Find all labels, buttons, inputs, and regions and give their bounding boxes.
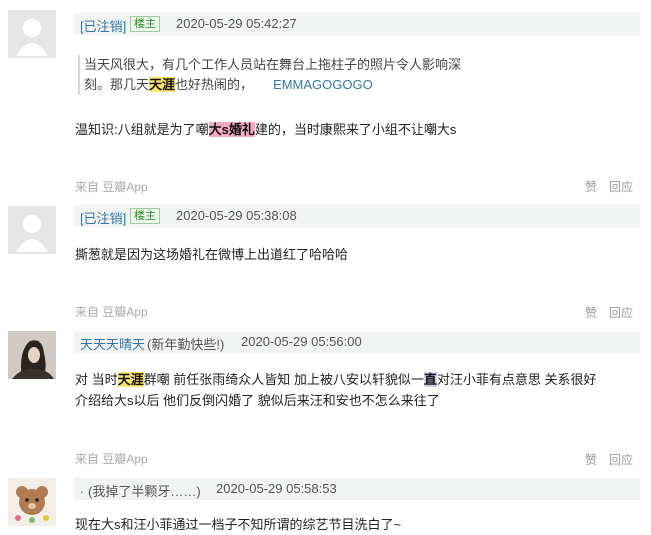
quote-line: 当天风很大，有几个工作人员站在舞台上拖柱子的照片令人影响深 <box>84 57 462 72</box>
like-button[interactable]: 赞 <box>585 178 597 195</box>
bear-sticker-avatar[interactable] <box>8 478 56 526</box>
author-link[interactable]: . <box>80 481 84 496</box>
source-label: 来自 豆瓣App <box>75 180 148 194</box>
timestamp: 2020-05-29 05:42:27 <box>176 16 297 31</box>
source-label: 来自 豆瓣App <box>75 305 148 319</box>
user-status: (新年勤快些!) <box>147 337 225 352</box>
timestamp: 2020-05-29 05:38:08 <box>176 208 297 223</box>
quote-author-link[interactable]: EMMAGOGOGO <box>273 77 373 92</box>
op-badge: 楼主 <box>130 16 160 32</box>
comment-text: 对 当时天涯群嘲 前任张雨绮众人皆知 加上被八安以轩貌似一直对汪小菲有点意思 关… <box>75 372 597 408</box>
like-button[interactable]: 赞 <box>585 451 597 468</box>
comment-header: [已注销] 楼主 2020-05-29 05:42:27 <box>74 13 640 35</box>
default-avatar-icon[interactable] <box>8 10 56 58</box>
timestamp: 2020-05-29 05:58:53 <box>216 481 337 496</box>
like-button[interactable]: 赞 <box>585 304 597 321</box>
comment-text: 温知识:八组就是为了嘲大s婚礼建的，当时康熙来了小组不让嘲大s <box>75 122 457 137</box>
timestamp: 2020-05-29 05:56:00 <box>241 334 362 349</box>
op-badge: 楼主 <box>130 208 160 224</box>
quoted-comment: 当天风很大，有几个工作人员站在舞台上拖柱子的照片令人影响深 刻。那几天天涯也好热… <box>78 55 484 95</box>
highlight-keyword: 天涯 <box>149 77 176 92</box>
author-link[interactable]: [已注销] <box>80 208 126 227</box>
source-label: 来自 豆瓣App <box>75 452 148 466</box>
user-status: (我掉了半颗牙……) <box>88 484 201 499</box>
reply-button[interactable]: 回应 <box>609 304 633 321</box>
highlight-keyword: 天涯 <box>117 372 144 387</box>
default-avatar-icon[interactable] <box>8 206 56 254</box>
user-photo-avatar[interactable] <box>8 331 56 379</box>
comment-header: . (我掉了半颗牙……) 2020-05-29 05:58:53 <box>74 478 640 500</box>
comment-header: 天天天晴天 (新年勤快些!) 2020-05-29 05:56:00 <box>74 331 640 353</box>
comment-text: 现在大s和汪小菲通过一档子不知所谓的综艺节目洗白了~ <box>75 517 402 532</box>
highlight-keyword: 直 <box>423 372 437 387</box>
author-link[interactable]: 天天天晴天 <box>80 334 145 353</box>
quote-line: 刻。那几天天涯也好热闹的， EMMAGOGOGO <box>84 77 373 92</box>
reply-button[interactable]: 回应 <box>609 178 633 195</box>
highlight-keyword: 大s婚礼 <box>208 122 255 137</box>
author-link[interactable]: [已注销] <box>80 16 126 35</box>
comment-header: [已注销] 楼主 2020-05-29 05:38:08 <box>74 205 640 227</box>
reply-button[interactable]: 回应 <box>609 451 633 468</box>
comment-text: 撕葱就是因为这场婚礼在微博上出道红了哈哈哈 <box>75 247 349 262</box>
